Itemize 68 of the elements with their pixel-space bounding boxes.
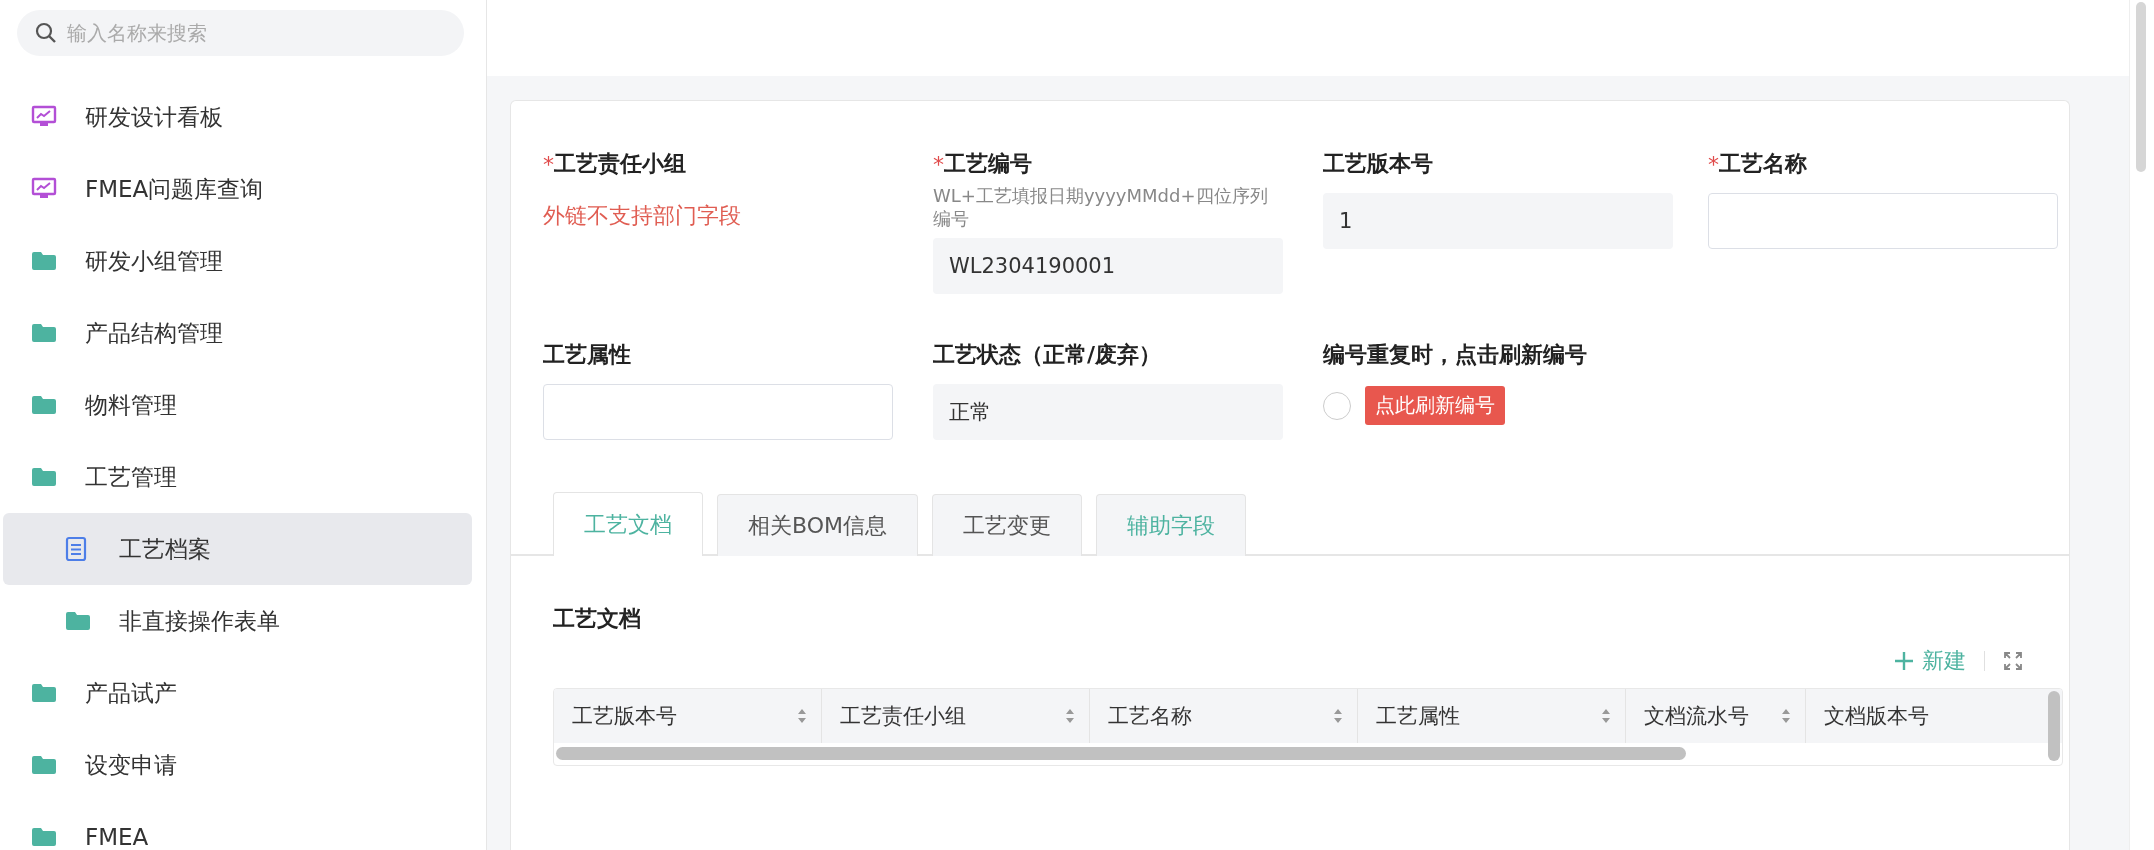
field-label: 工艺属性 <box>543 341 631 369</box>
column-title: 文档版本号 <box>1824 703 1929 730</box>
column-title: 工艺责任小组 <box>840 703 966 730</box>
horizontal-scrollbar[interactable] <box>556 747 1686 760</box>
column-title: 文档流水号 <box>1644 703 1749 730</box>
column-header[interactable]: 工艺名称 <box>1090 689 1358 743</box>
section-title: 工艺文档 <box>553 605 642 633</box>
nav-item[interactable]: 产品试产 <box>3 657 472 729</box>
monitor-chart-icon <box>31 177 57 201</box>
nav-item[interactable]: 设变申请 <box>3 729 472 801</box>
folder-icon <box>31 323 57 343</box>
scrollbar-thumb[interactable] <box>2136 2 2146 172</box>
fullscreen-icon[interactable] <box>2003 651 2023 671</box>
monitor-chart-icon <box>31 105 57 129</box>
tab[interactable]: 相关BOM信息 <box>717 494 918 556</box>
column-title: 工艺名称 <box>1108 703 1192 730</box>
required-mark: * <box>543 151 554 177</box>
nav-item[interactable]: 工艺管理 <box>3 441 472 513</box>
search-field[interactable]: 输入名称来搜索 <box>17 10 464 56</box>
column-title: 工艺版本号 <box>572 703 677 730</box>
column-header[interactable]: 文档流水号 <box>1626 689 1806 743</box>
input-field[interactable] <box>1708 193 2058 249</box>
column-header[interactable]: 工艺属性 <box>1358 689 1626 743</box>
nav-item[interactable]: FMEA <box>3 801 472 850</box>
vertical-scrollbar[interactable] <box>2048 691 2060 761</box>
sort-icon[interactable] <box>797 708 807 724</box>
nav-item[interactable]: 物料管理 <box>3 369 472 441</box>
folder-icon <box>65 611 91 631</box>
sort-icon[interactable] <box>1333 708 1343 724</box>
nav-item[interactable]: 研发设计看板 <box>3 81 472 153</box>
nav-item[interactable]: 研发小组管理 <box>3 225 472 297</box>
page-scrollbar[interactable] <box>2129 0 2154 850</box>
folder-icon <box>31 755 57 775</box>
nav-item[interactable]: 产品结构管理 <box>3 297 472 369</box>
nav-item[interactable]: 非直接操作表单 <box>3 585 472 657</box>
input-field[interactable] <box>543 384 893 440</box>
warning-text: 外链不支持部门字段 <box>543 202 742 230</box>
readonly-field: 1 <box>1323 193 1673 249</box>
field-label: 工艺编号 <box>944 150 1032 178</box>
column-title: 工艺属性 <box>1376 703 1460 730</box>
folder-icon <box>31 467 57 487</box>
plus-icon <box>1894 651 1914 671</box>
field-label: 编号重复时，点击刷新编号 <box>1323 341 1587 369</box>
column-header[interactable]: 工艺版本号 <box>554 689 822 743</box>
readonly-field: 正常 <box>933 384 1283 440</box>
search-icon <box>35 22 57 44</box>
readonly-field: WL2304190001 <box>933 238 1283 294</box>
folder-icon <box>31 395 57 415</box>
folder-icon <box>31 251 57 271</box>
required-mark: * <box>1708 151 1719 177</box>
required-mark: * <box>933 151 944 177</box>
tab[interactable]: 工艺变更 <box>932 494 1082 556</box>
nav-item[interactable]: 工艺档案 <box>3 513 472 585</box>
field-label: 工艺状态（正常/废弃） <box>933 341 1162 369</box>
folder-icon <box>31 827 57 847</box>
column-header[interactable]: 工艺责任小组 <box>822 689 1090 743</box>
field-label: 工艺责任小组 <box>554 150 686 178</box>
column-header[interactable]: 文档版本号 <box>1806 689 2062 743</box>
nav-item[interactable]: FMEA问题库查询 <box>3 153 472 225</box>
sort-icon[interactable] <box>1781 708 1791 724</box>
hint-text: WL+工艺填报日期yyyyMMdd+四位序列编号 <box>933 185 1269 230</box>
field-label: 工艺名称 <box>1719 150 1807 178</box>
document-icon <box>65 536 87 562</box>
folder-icon <box>31 683 57 703</box>
sort-icon[interactable] <box>1601 708 1611 724</box>
sort-icon[interactable] <box>1065 708 1075 724</box>
field-label: 工艺版本号 <box>1323 150 1433 178</box>
refresh-button[interactable]: 点此刷新编号 <box>1365 386 1505 425</box>
